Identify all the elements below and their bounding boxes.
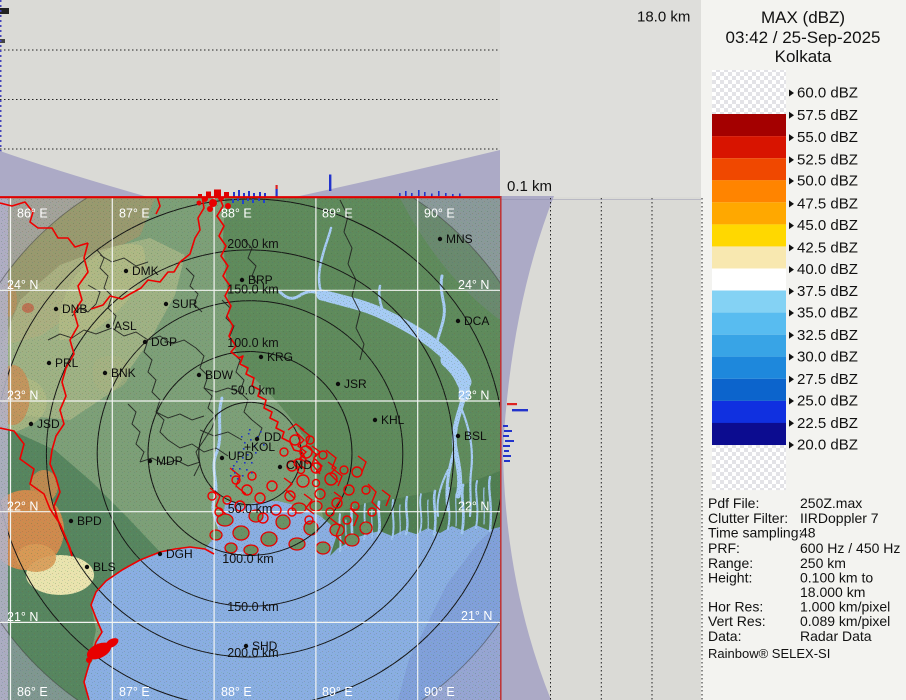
- svg-text:600 Hz / 450 Hz: 600 Hz / 450 Hz: [800, 540, 900, 556]
- svg-text:52.5 dBZ: 52.5 dBZ: [797, 152, 858, 169]
- svg-text:18.0 km: 18.0 km: [637, 9, 690, 26]
- svg-text:37.5 dBZ: 37.5 dBZ: [797, 283, 858, 300]
- svg-text:Pdf File:: Pdf File:: [708, 495, 759, 511]
- svg-text:25.0 dBZ: 25.0 dBZ: [797, 393, 858, 410]
- svg-text:DGP: DGP: [151, 335, 177, 349]
- svg-text:JSR: JSR: [344, 377, 367, 391]
- svg-text:89° E: 89° E: [322, 207, 353, 221]
- svg-text:48: 48: [800, 525, 816, 541]
- svg-text:PRF:: PRF:: [708, 540, 740, 556]
- svg-text:27.5 dBZ: 27.5 dBZ: [797, 371, 858, 388]
- svg-text:Height:: Height:: [708, 570, 752, 586]
- svg-text:20.0 dBZ: 20.0 dBZ: [797, 437, 858, 454]
- svg-text:KRG: KRG: [267, 350, 293, 364]
- svg-text:88° E: 88° E: [221, 207, 252, 221]
- svg-text:DNB: DNB: [62, 302, 87, 316]
- svg-text:86° E: 86° E: [17, 685, 48, 699]
- svg-text:200.0 km: 200.0 km: [227, 237, 278, 251]
- svg-text:MDP: MDP: [156, 454, 183, 468]
- svg-text:42.5 dBZ: 42.5 dBZ: [797, 240, 858, 257]
- svg-text:22.5 dBZ: 22.5 dBZ: [797, 415, 858, 432]
- svg-text:57.5 dBZ: 57.5 dBZ: [797, 107, 858, 124]
- svg-text:DMK: DMK: [132, 264, 159, 278]
- svg-text:Kolkata: Kolkata: [775, 47, 832, 66]
- svg-text:50.0 km: 50.0 km: [231, 384, 275, 398]
- svg-text:90° E: 90° E: [424, 207, 455, 221]
- svg-text:90° E: 90° E: [424, 685, 455, 699]
- svg-text:24° N: 24° N: [458, 278, 489, 292]
- svg-text:22° N: 22° N: [458, 499, 489, 513]
- svg-text:KHL: KHL: [381, 413, 405, 427]
- svg-text:BNK: BNK: [111, 366, 136, 380]
- svg-text:0.1 km: 0.1 km: [507, 178, 552, 195]
- svg-text:MAX (dBZ): MAX (dBZ): [761, 8, 845, 27]
- svg-text:Data:: Data:: [708, 628, 741, 644]
- svg-text:SUR: SUR: [172, 297, 198, 311]
- svg-text:250Z.max: 250Z.max: [800, 495, 862, 511]
- svg-text:03:42 / 25-Sep-2025: 03:42 / 25-Sep-2025: [725, 28, 880, 47]
- svg-text:DCA: DCA: [464, 314, 489, 328]
- svg-text:50.0 dBZ: 50.0 dBZ: [797, 173, 858, 190]
- svg-text:21° N: 21° N: [7, 610, 38, 624]
- svg-text:DGH: DGH: [166, 547, 193, 561]
- svg-text:ASL: ASL: [114, 319, 137, 333]
- svg-text:UPD: UPD: [228, 449, 254, 463]
- svg-text:SHD: SHD: [252, 639, 278, 653]
- svg-text:30.0 dBZ: 30.0 dBZ: [797, 349, 858, 366]
- svg-text:40.0 dBZ: 40.0 dBZ: [797, 261, 858, 278]
- svg-text:BPD: BPD: [77, 514, 102, 528]
- svg-text:45.0 dBZ: 45.0 dBZ: [797, 217, 858, 234]
- svg-text:Radar Data: Radar Data: [800, 628, 872, 644]
- svg-text:60.0 dBZ: 60.0 dBZ: [797, 85, 858, 102]
- svg-text:MNS: MNS: [446, 232, 473, 246]
- svg-text:88° E: 88° E: [221, 685, 252, 699]
- svg-text:35.0 dBZ: 35.0 dBZ: [797, 305, 858, 322]
- svg-text:BSL: BSL: [464, 429, 487, 443]
- svg-text:Rainbow® SELEX-SI: Rainbow® SELEX-SI: [708, 646, 830, 661]
- svg-text:89° E: 89° E: [322, 685, 353, 699]
- svg-text:100.0 km: 100.0 km: [227, 336, 278, 350]
- svg-text:Vert Res:: Vert Res:: [708, 613, 766, 629]
- svg-text:BRP: BRP: [248, 273, 273, 287]
- svg-text:50.0 km: 50.0 km: [228, 502, 272, 516]
- svg-text:CND: CND: [286, 458, 312, 472]
- svg-text:23° N: 23° N: [7, 389, 38, 403]
- svg-text:Time sampling:: Time sampling:: [708, 525, 802, 541]
- svg-text:BLS: BLS: [93, 560, 116, 574]
- svg-text:24° N: 24° N: [7, 278, 38, 292]
- svg-text:PRL: PRL: [55, 356, 79, 370]
- svg-text:47.5 dBZ: 47.5 dBZ: [797, 196, 858, 213]
- svg-text:22° N: 22° N: [7, 499, 38, 513]
- svg-text:86° E: 86° E: [17, 207, 48, 221]
- svg-text:87° E: 87° E: [119, 207, 150, 221]
- svg-text:23° N: 23° N: [458, 389, 489, 403]
- svg-text:87° E: 87° E: [119, 685, 150, 699]
- svg-text:BDW: BDW: [205, 368, 234, 382]
- svg-text:JSD: JSD: [37, 417, 60, 431]
- svg-text:0.089 km/pixel: 0.089 km/pixel: [800, 613, 890, 629]
- svg-text:55.0 dBZ: 55.0 dBZ: [797, 129, 858, 146]
- svg-text:100.0 km: 100.0 km: [222, 552, 273, 566]
- svg-text:150.0 km: 150.0 km: [227, 600, 278, 614]
- svg-text:21° N: 21° N: [461, 609, 492, 623]
- svg-text:32.5 dBZ: 32.5 dBZ: [797, 327, 858, 344]
